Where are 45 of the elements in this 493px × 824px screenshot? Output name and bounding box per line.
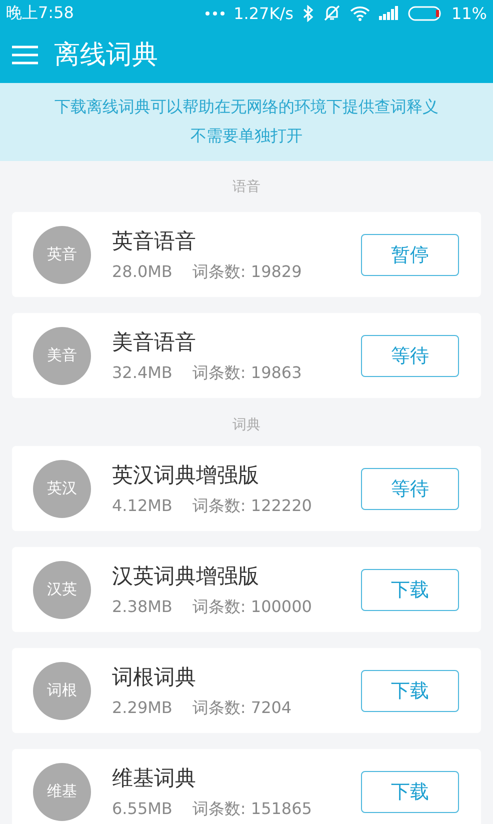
avatar-badge: 英汉 [33, 460, 91, 518]
action-button[interactable]: 下载 [361, 670, 459, 712]
entry-count: 词条数: 151865 [192, 798, 312, 820]
more-dots-icon [204, 10, 225, 16]
entry-count: 词条数: 100000 [192, 596, 312, 618]
battery-percent: 11% [451, 4, 487, 22]
entry-count: 词条数: 19863 [192, 362, 302, 384]
file-size: 2.29MB [112, 698, 172, 718]
action-button[interactable]: 等待 [361, 468, 459, 510]
dictionary-name: 美音语音 [112, 328, 197, 356]
section-header: 词典 [232, 416, 262, 435]
action-button[interactable]: 下载 [361, 770, 459, 812]
avatar-badge: 英音 [33, 226, 91, 284]
avatar-badge: 词根 [33, 662, 91, 720]
info-text: 不需要单独打开 [190, 126, 302, 147]
app-title: 离线词典 [54, 39, 158, 72]
file-size: 2.38MB [112, 596, 172, 618]
menu-icon[interactable] [12, 44, 38, 64]
battery-icon [408, 6, 442, 20]
dictionary-name: 英音语音 [112, 228, 197, 254]
entry-count: 词条数: 122220 [192, 496, 312, 516]
action-button[interactable]: 下载 [361, 568, 459, 610]
avatar-badge: 汉英 [33, 560, 91, 618]
dictionary-name: 维基词典 [112, 764, 197, 792]
section-header: 语音 [232, 178, 262, 197]
dictionary-name: 汉英词典增强版 [112, 562, 260, 590]
dictionary-name: 英汉词典增强版 [112, 462, 260, 488]
info-text: 下载离线词典可以帮助在无网络的环境下提供查词释义 [54, 97, 438, 118]
signal-icon [379, 6, 400, 20]
file-size: 32.4MB [112, 362, 172, 384]
file-size: 4.12MB [112, 496, 172, 516]
action-button[interactable]: 等待 [361, 334, 459, 376]
muted-bell-icon [323, 4, 342, 22]
entry-count: 词条数: 19829 [192, 262, 302, 282]
dictionary-name: 词根词典 [112, 664, 197, 690]
avatar-badge: 维基 [33, 762, 91, 820]
status-time: 晚上7:58 [6, 2, 74, 24]
wifi-icon [350, 6, 370, 20]
file-size: 6.55MB [112, 798, 172, 820]
entry-count: 词条数: 7204 [192, 698, 292, 718]
action-button[interactable]: 暂停 [361, 234, 459, 276]
avatar-badge: 美音 [33, 326, 91, 384]
file-size: 28.0MB [112, 262, 172, 282]
network-speed: 1.27K/s [234, 4, 294, 22]
bluetooth-icon [302, 4, 314, 22]
